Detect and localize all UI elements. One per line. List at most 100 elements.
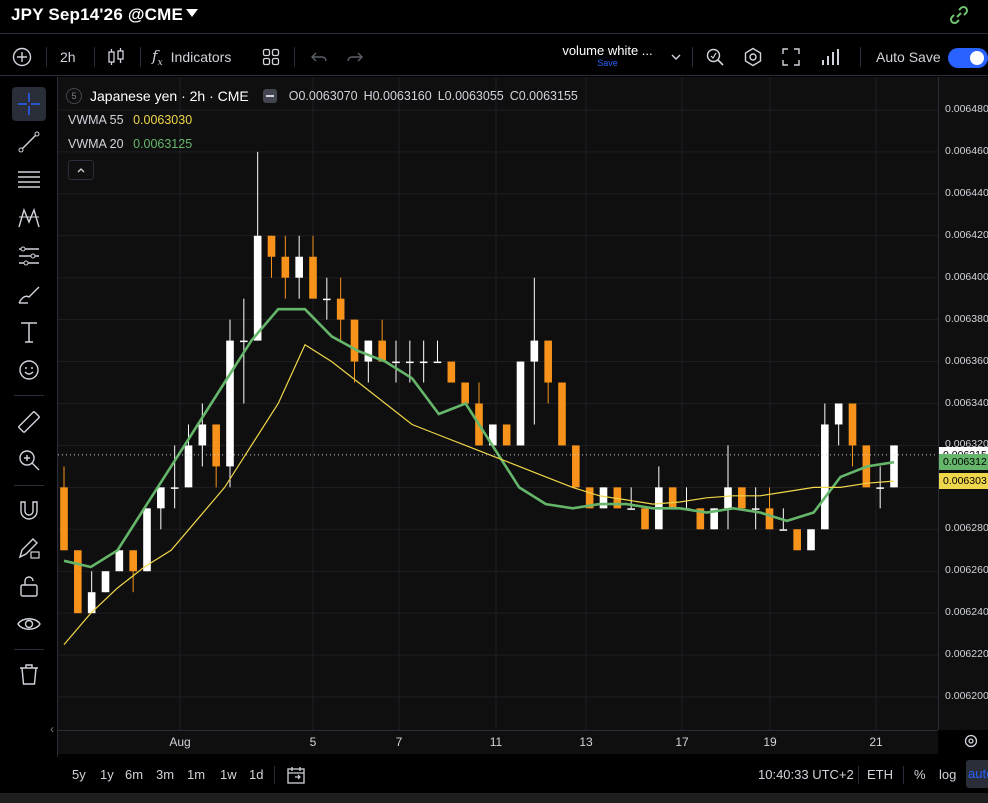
measure-tool[interactable]	[12, 405, 46, 439]
pencil-lock-icon	[18, 538, 40, 559]
horizontal-scrollbar[interactable]	[0, 793, 988, 803]
clock[interactable]: 10:40:33 UTC+2	[758, 767, 854, 782]
range-5y[interactable]: 5y	[72, 767, 86, 782]
price-axis[interactable]: 0.006480 0.006460 0.006440 0.006420 0.006400…	[938, 77, 988, 730]
price-label: 0.006420	[945, 228, 988, 241]
time-label: 13	[579, 735, 593, 749]
candle-body	[157, 487, 165, 509]
range-1y[interactable]: 1y	[100, 767, 114, 782]
candle-body	[143, 508, 151, 572]
candle-body	[226, 340, 234, 467]
text-tool[interactable]	[12, 315, 46, 349]
hide-drawings-tool[interactable]	[12, 607, 46, 641]
collapse-indicators-button[interactable]	[68, 160, 94, 180]
axis-settings-button[interactable]	[963, 733, 979, 754]
symbol-title[interactable]: JPY Sep14'26 @CME	[11, 5, 199, 25]
bottom-toolbar: 5y 1y 6m 3m 1m 1w 1d 10:40:33 UTC+2 ETH …	[58, 757, 988, 793]
interval-button[interactable]: 2h	[60, 38, 76, 76]
chevron-down-icon	[671, 54, 681, 60]
candle-body	[641, 508, 649, 530]
drawing-toolbar: ‹	[0, 77, 58, 757]
range-1w[interactable]: 1w	[220, 767, 237, 782]
indicators-button[interactable]: fx Indicators	[152, 38, 231, 76]
snapshot-button[interactable]	[820, 38, 842, 76]
crosshair-tool[interactable]	[12, 87, 46, 121]
range-6m[interactable]: 6m	[125, 767, 143, 782]
interval-label: 2h	[60, 49, 76, 65]
range-1d[interactable]: 1d	[249, 767, 263, 782]
indicator-value: 0.0063125	[133, 137, 193, 151]
remove-drawings-tool[interactable]	[12, 657, 46, 691]
candle-body	[364, 340, 373, 362]
candle-body	[60, 487, 68, 551]
brush-tool[interactable]	[12, 277, 46, 311]
candle-body	[419, 361, 428, 364]
legend-badge[interactable]: 5	[66, 88, 82, 104]
link-icon[interactable]	[948, 4, 970, 26]
layout-menu-button[interactable]	[670, 38, 682, 76]
candle-body	[821, 424, 829, 530]
pattern-tool[interactable]	[12, 201, 46, 235]
collapse-toolbar-icon[interactable]: ‹	[50, 722, 54, 736]
chart-type-button[interactable]	[106, 38, 126, 76]
unlock-icon	[20, 576, 38, 597]
undo-icon	[311, 52, 327, 62]
time-axis[interactable]: Aug 5 7 11 13 17 19 21	[58, 730, 938, 754]
layouts-button[interactable]	[262, 38, 280, 76]
time-label: 5	[309, 735, 317, 749]
candle-body	[738, 487, 746, 509]
price-label: 0.006340	[945, 396, 988, 409]
auto-save-text: Auto Save	[876, 49, 941, 65]
quick-search-button[interactable]	[705, 38, 725, 76]
go-to-date-button[interactable]	[286, 765, 306, 790]
time-label: Aug	[169, 735, 191, 749]
lock-all-tool[interactable]	[12, 569, 46, 603]
price-tag: 0.006303	[939, 473, 988, 490]
emoji-tool[interactable]	[12, 353, 46, 387]
candle-body	[447, 361, 456, 383]
price-chart[interactable]	[58, 77, 938, 730]
forecast-tool[interactable]	[12, 239, 46, 273]
zoom-tool[interactable]	[12, 443, 46, 477]
magnet-tool[interactable]	[12, 493, 46, 527]
candle-body	[281, 256, 290, 278]
candle-body	[779, 529, 788, 531]
indicator-value: 0.0063030	[133, 113, 193, 127]
log-toggle[interactable]: log	[939, 767, 956, 782]
candle-body	[267, 235, 276, 257]
brush-icon	[18, 286, 40, 304]
chevron-down-icon[interactable]	[186, 9, 199, 17]
range-3m[interactable]: 3m	[156, 767, 174, 782]
indicators-label: Indicators	[170, 49, 232, 65]
session-button[interactable]: ETH	[867, 767, 893, 782]
price-label: 0.006440	[945, 186, 988, 199]
magnet-icon	[20, 501, 38, 520]
trend-line-icon	[18, 131, 40, 153]
candle-body	[572, 445, 580, 488]
minus-icon[interactable]	[262, 89, 277, 103]
auto-scale-toggle[interactable]: auto	[966, 760, 988, 788]
fib-tool[interactable]	[12, 163, 46, 197]
candle-body	[170, 487, 179, 489]
layout-name-button[interactable]: volume white ... Save	[540, 43, 675, 68]
undo-button[interactable]	[310, 38, 328, 76]
indicator-vwma55[interactable]: VWMA 55 0.0063030	[68, 113, 192, 127]
chart-pane[interactable]	[58, 77, 938, 730]
lock-drawings-tool[interactable]	[12, 531, 46, 565]
fullscreen-button[interactable]	[781, 38, 801, 76]
time-label: 21	[869, 735, 883, 749]
indicator-vwma20[interactable]: VWMA 20 0.0063125	[68, 137, 192, 151]
range-1m[interactable]: 1m	[187, 767, 205, 782]
redo-button[interactable]	[346, 38, 364, 76]
settings-button[interactable]	[743, 38, 763, 76]
percent-toggle[interactable]: %	[914, 767, 926, 782]
grid-icon	[262, 48, 280, 66]
auto-save-toggle[interactable]	[948, 48, 988, 68]
trend-line-tool[interactable]	[12, 125, 46, 159]
ruler-icon	[18, 411, 40, 433]
chart-legend: 5 Japanese yen · 2h · CME O0.0063070 H0.…	[66, 84, 584, 108]
gear-icon	[964, 734, 978, 748]
add-symbol-button[interactable]	[12, 38, 32, 76]
horizontal-lines-icon	[18, 171, 40, 188]
candle-body	[793, 529, 801, 551]
